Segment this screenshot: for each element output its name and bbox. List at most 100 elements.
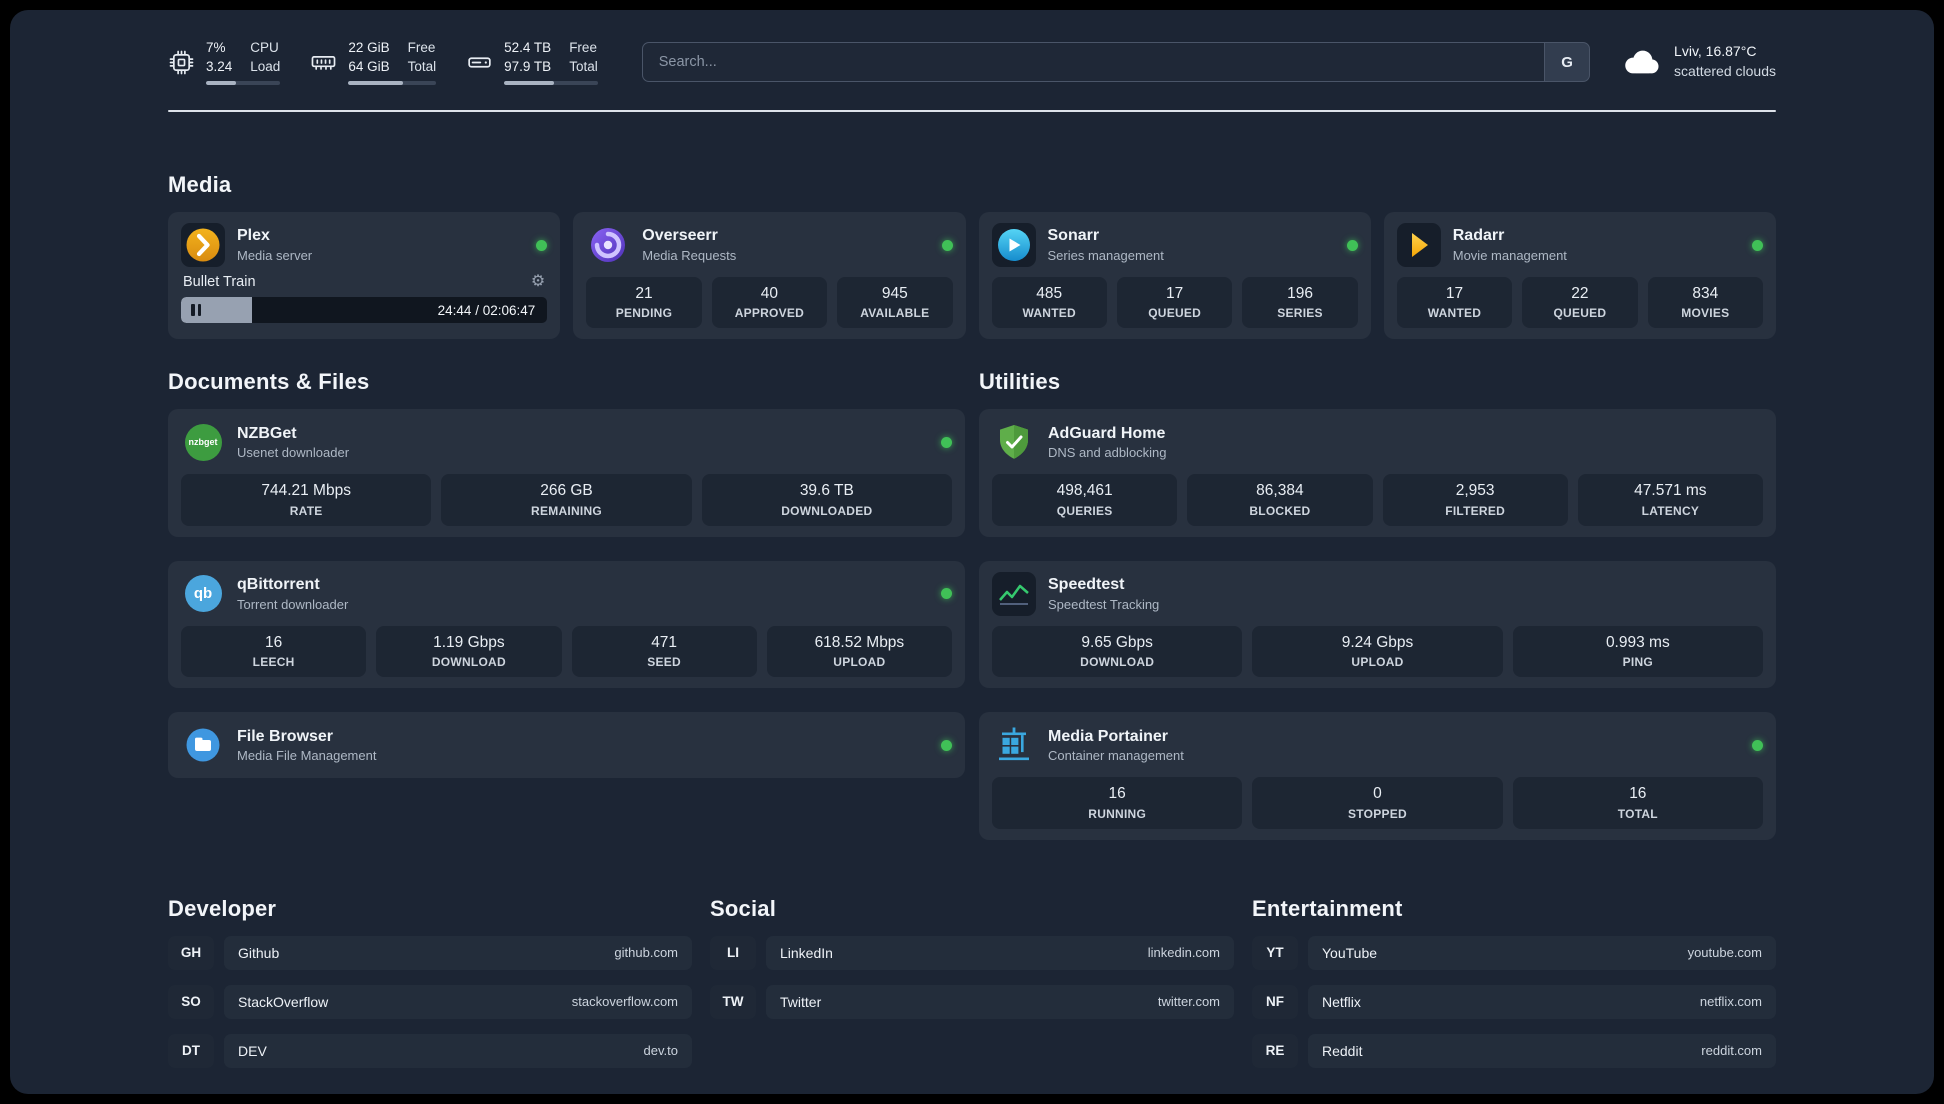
qbittorrent-icon: qb xyxy=(181,572,225,616)
status-online-dot xyxy=(536,239,548,251)
bookmark-name: Reddit xyxy=(1322,1042,1363,1059)
pause-icon[interactable] xyxy=(191,304,201,316)
bookmark-linkedin[interactable]: LI LinkedIn linkedin.com xyxy=(710,935,1234,970)
app-card-adguard[interactable]: AdGuard Home DNS and adblocking 498,461 … xyxy=(979,409,1776,537)
search-engine-button[interactable]: G xyxy=(1544,42,1591,82)
bookmark-name: StackOverflow xyxy=(238,993,329,1010)
app-desc: Speedtest Tracking xyxy=(1048,596,1160,612)
bookmark-pill[interactable]: Twitter twitter.com xyxy=(766,984,1234,1019)
disk-usage-bar-fill xyxy=(504,80,554,85)
app-card-qbittorrent[interactable]: qb qBittorrent Torrent downloader 16 LEE… xyxy=(168,560,965,689)
bookmark-url: github.com xyxy=(614,945,678,960)
bookmark-reddit[interactable]: RE Reddit reddit.com xyxy=(1252,1033,1776,1068)
media-card-row: Plex Media server Bullet Train ⚙ 24:44 /… xyxy=(168,212,1776,340)
documents-column: Documents & Files nzbget NZBGet Usenet d… xyxy=(168,369,965,839)
utilities-column: Utilities AdGuard Home DNS and adblockin… xyxy=(979,369,1776,840)
bookmark-name: YouTube xyxy=(1322,944,1378,961)
radarr-icon xyxy=(1396,223,1441,267)
bookmark-pill[interactable]: Github github.com xyxy=(224,935,692,970)
disk-stat-group: 52.4 TB 97.9 TB Free Total xyxy=(466,39,598,85)
status-online-dot xyxy=(1752,739,1763,751)
stat-label: PENDING xyxy=(615,306,673,321)
stat-tile: 945 AVAILABLE xyxy=(837,277,953,329)
hard-drive-icon xyxy=(466,49,493,76)
dashboard-app: 7% 3.24 CPU Load 22 GiB 64 GiB Free Tota… xyxy=(10,10,1934,1094)
stat-label: DOWNLOAD xyxy=(1080,655,1155,670)
bookmark-abbr-badge: YT xyxy=(1252,935,1298,970)
stat-tile: 86,384 BLOCKED xyxy=(1187,474,1373,526)
bookmark-pill[interactable]: YouTube youtube.com xyxy=(1308,935,1776,970)
bookmark-stackoverflow[interactable]: SO StackOverflow stackoverflow.com xyxy=(168,984,692,1019)
bookmark-pill[interactable]: Netflix netflix.com xyxy=(1308,984,1776,1019)
stat-value: 196 xyxy=(1287,285,1313,302)
stat-label: TOTAL xyxy=(1617,806,1658,821)
stat-label: AVAILABLE xyxy=(860,306,930,321)
cpu-chip-icon xyxy=(168,49,195,76)
bookmark-pill[interactable]: LinkedIn linkedin.com xyxy=(766,935,1234,970)
app-desc: Media server xyxy=(237,248,313,264)
stat-label: DOWNLOAD xyxy=(431,655,506,670)
cpu-usage-bar-fill xyxy=(206,80,236,85)
weather-widget[interactable]: Lviv, 16.87°C scattered clouds xyxy=(1620,42,1776,81)
plex-icon xyxy=(181,223,225,267)
app-card-plex[interactable]: Plex Media server Bullet Train ⚙ 24:44 /… xyxy=(168,212,561,340)
app-card-filebrowser[interactable]: File Browser Media File Management xyxy=(168,712,965,779)
bookmark-url: dev.to xyxy=(643,1043,678,1058)
app-card-nzbget[interactable]: nzbget NZBGet Usenet downloader 744.21 M… xyxy=(168,409,965,537)
bookmark-pill[interactable]: Reddit reddit.com xyxy=(1308,1033,1776,1068)
bookmark-github[interactable]: GH Github github.com xyxy=(168,935,692,970)
app-card-overseerr[interactable]: Overseerr Media Requests 21 PENDING 40 A… xyxy=(573,212,966,340)
stat-value: 9.24 Gbps xyxy=(1341,633,1414,651)
app-name: Radarr xyxy=(1452,227,1505,245)
status-online-dot xyxy=(941,436,952,448)
app-card-radarr[interactable]: Radarr Movie management 17 WANTED 22 QUE… xyxy=(1383,212,1776,340)
stat-tile: 744.21 Mbps RATE xyxy=(181,474,432,526)
stat-tile: 0 STOPPED xyxy=(1252,777,1503,829)
nzbget-icon: nzbget xyxy=(181,420,225,464)
search-input[interactable] xyxy=(641,42,1545,82)
bookmark-dev[interactable]: DT DEV dev.to xyxy=(168,1033,692,1068)
app-card-speedtest[interactable]: Speedtest Speedtest Tracking 9.65 Gbps D… xyxy=(979,560,1776,689)
overseerr-icon xyxy=(586,223,630,267)
playback-progress-bar[interactable]: 24:44 / 02:06:47 xyxy=(181,297,548,323)
stat-value: 498,461 xyxy=(1056,482,1113,500)
stat-label: WANTED xyxy=(1022,306,1076,321)
app-name: Sonarr xyxy=(1047,227,1100,245)
app-name: Plex xyxy=(237,227,270,245)
stat-tile: 2,953 FILTERED xyxy=(1382,474,1568,526)
app-card-sonarr[interactable]: Sonarr Series management 485 WANTED 17 Q… xyxy=(978,212,1371,340)
bookmark-abbr-badge: TW xyxy=(710,984,756,1019)
status-online-dot xyxy=(941,739,952,751)
app-name: NZBGet xyxy=(237,424,297,442)
stat-label: QUEUED xyxy=(1148,306,1202,321)
section-title-entertainment: Entertainment xyxy=(1252,895,1403,921)
ram-icon xyxy=(310,49,337,76)
stat-value: 834 xyxy=(1692,285,1719,302)
app-name: Media Portainer xyxy=(1048,727,1169,745)
topbar-divider xyxy=(168,110,1776,112)
bookmark-netflix[interactable]: NF Netflix netflix.com xyxy=(1252,984,1776,1019)
bookmark-name: Twitter xyxy=(780,993,822,1010)
bookmark-youtube[interactable]: YT YouTube youtube.com xyxy=(1252,935,1776,970)
stat-tile: 1.19 Gbps DOWNLOAD xyxy=(376,625,562,678)
bookmark-abbr-badge: NF xyxy=(1252,984,1298,1019)
bookmark-twitter[interactable]: TW Twitter twitter.com xyxy=(710,984,1234,1019)
bookmark-name: LinkedIn xyxy=(780,944,833,961)
stat-value: 744.21 Mbps xyxy=(261,482,351,500)
app-name: File Browser xyxy=(237,727,334,745)
disk-usage-bar xyxy=(504,80,598,85)
section-title-media: Media xyxy=(168,172,232,197)
weather-location: Lviv, 16.87°C xyxy=(1674,43,1757,60)
bookmark-pill[interactable]: DEV dev.to xyxy=(224,1033,692,1068)
gear-icon[interactable]: ⚙ xyxy=(531,274,545,290)
stat-label: SEED xyxy=(647,655,681,670)
app-card-portainer[interactable]: Media Portainer Container management 16 … xyxy=(979,712,1776,840)
bookmark-abbr-badge: RE xyxy=(1252,1033,1298,1068)
stat-label: RUNNING xyxy=(1088,806,1147,821)
bookmark-pill[interactable]: StackOverflow stackoverflow.com xyxy=(224,984,692,1019)
stat-label: SERIES xyxy=(1277,306,1323,321)
cpu-load-value: 3.24 xyxy=(206,59,233,74)
stat-value: 17 xyxy=(1445,285,1464,302)
search-bar: G xyxy=(641,42,1591,82)
app-desc: Torrent downloader xyxy=(237,596,349,612)
